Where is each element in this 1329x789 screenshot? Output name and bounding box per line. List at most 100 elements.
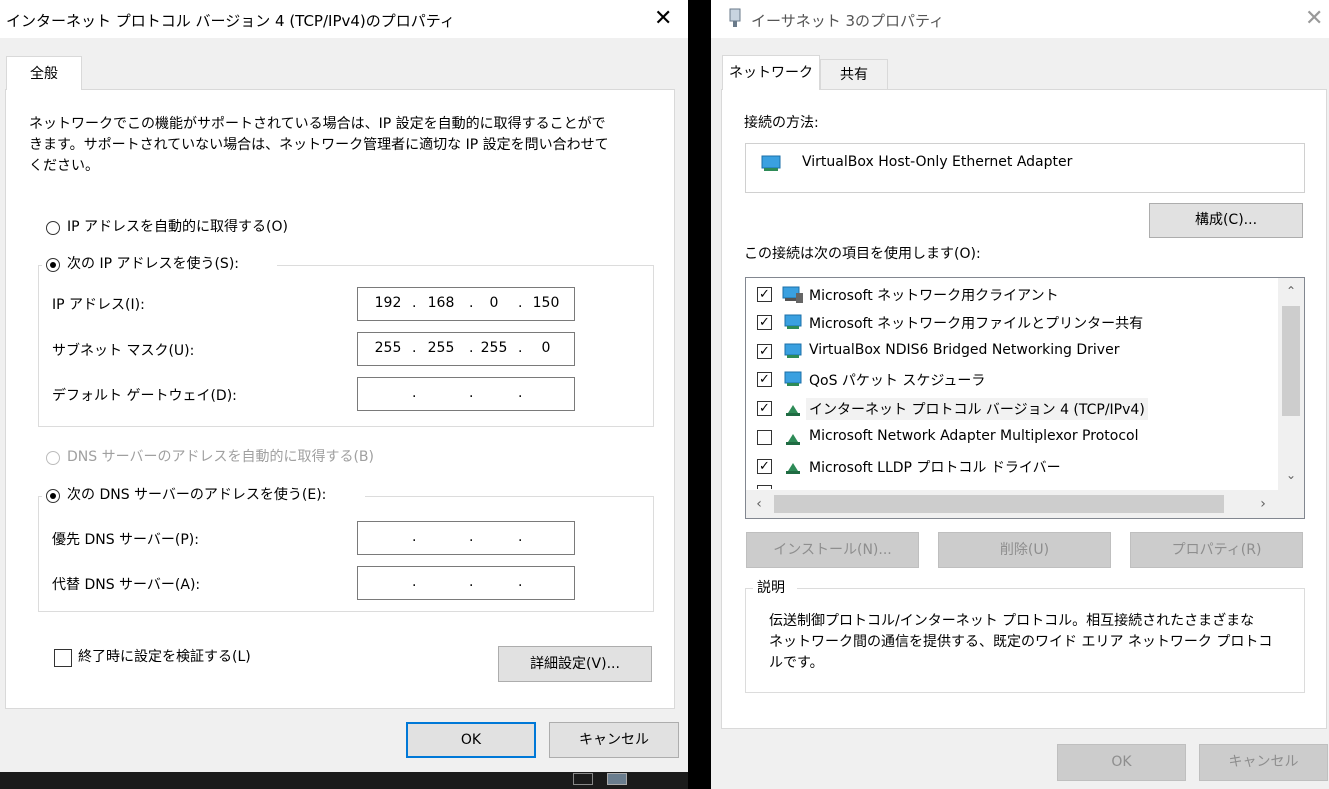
configure-button[interactable]: 構成(C)... [1149,203,1303,238]
ip-dot: . [469,385,474,401]
ok-button[interactable]: OK [406,722,536,758]
item-checkbox[interactable] [757,430,772,445]
list-item-label: QoS パケット スケジューラ [809,373,986,389]
taskbar-tray-icon[interactable] [573,773,593,785]
right-ok-button-label: OK [1111,754,1132,770]
ip-octet-3: 0 [489,295,499,311]
preferred-dns-input[interactable]: . . . [357,521,575,555]
ip-octet-4: 150 [532,295,560,311]
subnet-mask-label: サブネット マスク(U): [52,343,195,359]
auto-ip-label[interactable]: IP アドレスを自動的に取得する(O) [67,217,288,237]
item-checkbox[interactable]: ✓ [757,372,772,387]
component-description: 伝送制御プロトコル/インターネット プロトコル。相互接続されたさまざまな ネット… [769,613,1273,671]
scroll-right-icon[interactable]: › [1254,496,1272,512]
item-checkbox[interactable]: ✓ [757,344,772,359]
network-adapter-icon [729,8,741,27]
left-close-icon[interactable]: ✕ [654,8,672,30]
advanced-button[interactable]: 詳細設定(V)... [498,646,652,682]
network-service-icon [784,314,802,329]
cancel-button-label: キャンセル [579,732,649,748]
install-button[interactable]: インストール(N)... [746,532,919,568]
properties-button[interactable]: プロパティ(R) [1130,532,1303,568]
configure-button-label: 構成(C)... [1194,212,1258,228]
cancel-button[interactable]: キャンセル [549,722,679,758]
scroll-left-icon[interactable]: ‹ [750,496,768,512]
subnet-octet-4: 0 [541,340,551,356]
network-service-icon [784,343,802,358]
auto-dns-radio[interactable] [46,451,60,465]
properties-button-label: プロパティ(R) [1171,542,1262,558]
manual-dns-radio[interactable] [46,489,60,503]
tab-sharing[interactable]: 共有 [820,59,888,89]
components-list[interactable]: ✓ Microsoft ネットワーク用クライアント ✓ Microsoft ネッ… [745,277,1305,519]
adapter-name: VirtualBox Host-Only Ethernet Adapter [802,154,1073,170]
manual-ip-radio[interactable] [46,258,60,272]
list-item[interactable]: ✓ QoS パケット スケジューラ [746,365,1276,394]
list-item-label: Microsoft LLDP プロトコル ドライバー [809,460,1061,476]
manual-dns-label[interactable]: 次の DNS サーバーのアドレスを使う(E): [67,485,326,505]
description-legend: 説明 [757,580,785,596]
ip-dot: . [412,385,417,401]
manual-ip-label[interactable]: 次の IP アドレスを使う(S): [67,254,239,274]
ip-dot: . [412,295,417,311]
validate-on-exit-checkbox[interactable] [54,649,72,667]
horizontal-scroll-thumb[interactable] [774,495,1224,513]
default-gateway-input[interactable]: . . . [357,377,575,411]
ethernet-properties-dialog: イーサネット 3のプロパティ ✕ ネットワーク 共有 接続の方法: Virtua… [711,0,1329,789]
item-checkbox[interactable]: ✓ [757,315,772,330]
items-label: この接続は次の項目を使用します(O): [744,246,981,262]
taskbar-desktop-icon[interactable] [607,773,627,785]
right-cancel-button[interactable]: キャンセル [1199,744,1328,781]
ip-dot: . [518,574,523,590]
right-ok-button[interactable]: OK [1057,744,1186,781]
right-close-icon[interactable]: ✕ [1305,8,1323,30]
scroll-down-icon[interactable]: ⌄ [1278,468,1304,482]
ip-dot: . [469,295,474,311]
tab-network[interactable]: ネットワーク [722,55,820,90]
left-dialog-title: インターネット プロトコル バージョン 4 (TCP/IPv4)のプロパティ [6,12,455,30]
list-item[interactable]: ✓ Microsoft ネットワーク用ファイルとプリンター共有 [746,308,1276,337]
tab-general[interactable]: 全般 [6,56,82,90]
ip-dot: . [518,385,523,401]
list-item[interactable]: ✓ Microsoft LLDP プロトコル ドライバー [746,452,1276,481]
network-client-icon [782,286,803,303]
list-item[interactable]: ✓ Microsoft ネットワーク用クライアント [746,280,1276,309]
connect-using-label: 接続の方法: [744,115,819,131]
subnet-octet-1: 255 [374,340,402,356]
network-service-icon [784,371,802,386]
list-item[interactable]: ✓ インターネット プロトコル バージョン 4 (TCP/IPv4) [746,394,1276,423]
ip-dot: . [469,574,474,590]
item-checkbox[interactable]: ✓ [757,459,772,474]
ip-dot: . [518,340,523,356]
vertical-scrollbar[interactable]: ⌃ ⌄ [1278,278,1304,490]
auto-dns-label[interactable]: DNS サーバーのアドレスを自動的に取得する(B) [67,447,374,467]
item-checkbox[interactable]: ✓ [757,401,772,416]
left-title-bar: インターネット プロトコル バージョン 4 (TCP/IPv4)のプロパティ ✕ [0,0,688,38]
ip-address-input[interactable]: 192 . 168 . 0 . 150 [357,287,575,321]
alternate-dns-input[interactable]: . . . [357,566,575,600]
auto-ip-radio[interactable] [46,221,60,235]
horizontal-scrollbar[interactable]: ‹ › [746,490,1304,518]
protocol-icon [786,463,800,474]
list-item[interactable]: ✓ VirtualBox NDIS6 Bridged Networking Dr… [746,337,1276,366]
description-text: ネットワークでこの機能がサポートされている場合は、IP 設定を自動的に取得するこ… [29,116,609,174]
list-item[interactable]: Microsoft Network Adapter Multiplexor Pr… [746,423,1276,452]
vertical-scroll-thumb[interactable] [1282,306,1300,416]
item-checkbox[interactable] [757,485,772,489]
ip-dot: . [412,574,417,590]
validate-on-exit-label[interactable]: 終了時に設定を検証する(L) [78,647,251,667]
list-item-label: VirtualBox NDIS6 Bridged Networking Driv… [809,342,1120,358]
adapter-box: VirtualBox Host-Only Ethernet Adapter [745,143,1305,193]
ip-dot: . [412,529,417,545]
ip-dot: . [518,529,523,545]
item-checkbox[interactable]: ✓ [757,287,772,302]
scroll-up-icon[interactable]: ⌃ [1278,284,1304,298]
subnet-mask-input[interactable]: 255 . 255 . 255 . 0 [357,332,575,366]
list-item-label: Microsoft Network Adapter Multiplexor Pr… [809,428,1139,444]
list-item-partial[interactable] [746,481,1276,489]
ip-address-label: IP アドレス(I): [52,297,145,313]
ip-dot: . [518,295,523,311]
ip-dot: . [412,340,417,356]
tcpip-properties-dialog: インターネット プロトコル バージョン 4 (TCP/IPv4)のプロパティ ✕… [0,0,688,772]
uninstall-button[interactable]: 削除(U) [938,532,1111,568]
